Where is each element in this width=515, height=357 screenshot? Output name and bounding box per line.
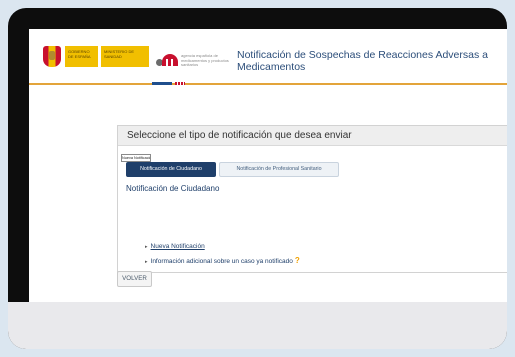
- informacion-adicional-link[interactable]: Información adicional sobre un caso ya n…: [151, 258, 293, 265]
- tab-ciudadano[interactable]: Notificación de Ciudadano: [126, 162, 216, 177]
- list-item-nueva-notificacion: ▸ Nueva Notificación: [145, 243, 205, 250]
- device-bezel: [8, 302, 507, 349]
- section-title: Notificación de Ciudadano: [126, 184, 220, 193]
- agency-name: agencia española de medicamentos y produ…: [181, 53, 229, 67]
- notification-type-panel: Seleccione el tipo de notificación que d…: [117, 125, 507, 273]
- coat-of-arms-icon: [43, 46, 61, 67]
- chevron-right-icon: ▸: [145, 244, 148, 250]
- header-divider: [29, 83, 507, 85]
- government-logo: Gobierno de España: [65, 46, 98, 67]
- chevron-right-icon: ▸: [145, 259, 148, 265]
- site-header: Gobierno de España Ministerio de Sanidad…: [29, 29, 507, 85]
- header-accent-dots: [175, 82, 185, 85]
- browser-screen: Gobierno de España Ministerio de Sanidad…: [29, 29, 507, 305]
- back-button[interactable]: VOLVER: [117, 271, 152, 287]
- header-accent-bar: [152, 82, 172, 85]
- tooltip: Nueva Notificación: [121, 154, 151, 162]
- device-frame: Gobierno de España Ministerio de Sanidad…: [8, 8, 507, 349]
- nueva-notificacion-link[interactable]: Nueva Notificación: [151, 243, 205, 250]
- panel-title: Seleccione el tipo de notificación que d…: [127, 130, 352, 141]
- ministry-logo: Ministerio de Sanidad: [101, 46, 149, 67]
- question-icon[interactable]: ?: [295, 256, 300, 265]
- tab-profesional-sanitario[interactable]: Notificación de Profesional Sanitario: [219, 162, 339, 177]
- aemps-logo-icon: [156, 54, 178, 67]
- panel-header: Seleccione el tipo de notificación que d…: [118, 126, 507, 146]
- page-title: Notificación de Sospechas de Reacciones …: [237, 49, 488, 73]
- list-item-informacion-adicional: ▸ Información adicional sobre un caso ya …: [145, 256, 300, 265]
